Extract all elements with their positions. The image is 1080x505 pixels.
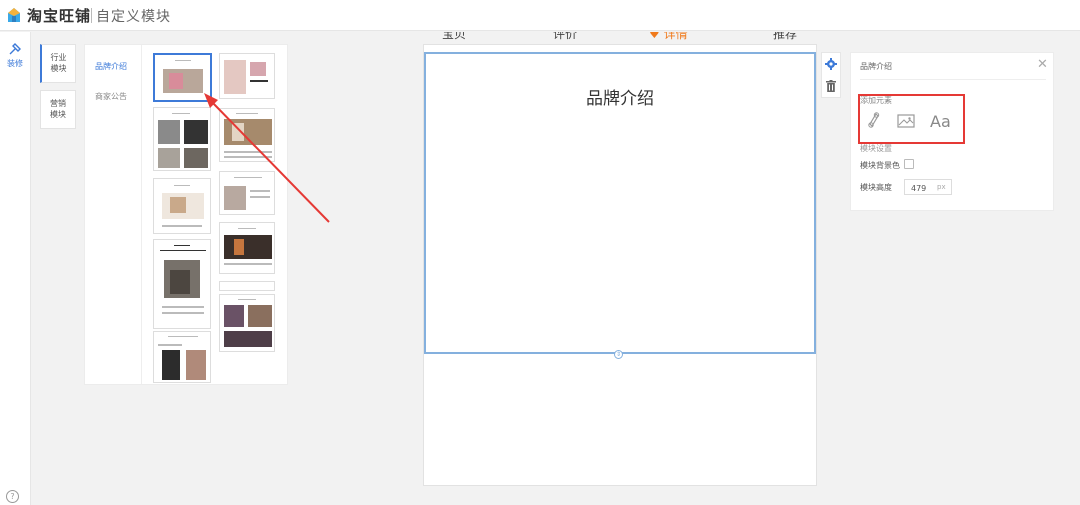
template-thumbnail[interactable]	[153, 53, 212, 102]
page-title: 自定义模块	[96, 9, 171, 25]
template-thumbnail[interactable]	[153, 331, 211, 383]
category-industry-module[interactable]: 行业 模块	[40, 44, 76, 83]
template-thumbnail[interactable]	[219, 281, 275, 291]
settings-tool[interactable]	[822, 55, 840, 75]
brand-intro-module[interactable]: 品牌介绍	[424, 52, 816, 354]
rail-decorate[interactable]: 装修	[0, 42, 30, 69]
store-nav-bar: 宝贝 评价 ♥ 详情 推荐	[423, 32, 817, 44]
top-header: 淘宝旺铺 自定义模块	[0, 0, 1080, 31]
nav-item-products[interactable]: 宝贝	[442, 32, 466, 42]
module-picker-panel: 品牌介绍 商家公告	[84, 44, 288, 385]
highlight-box	[858, 94, 965, 144]
nav-item-recommend[interactable]: 推荐	[773, 32, 797, 42]
module-tools	[821, 52, 841, 98]
template-thumbnail[interactable]	[153, 107, 211, 171]
rail-decorate-label: 装修	[7, 59, 23, 68]
bg-color-label: 模块背景色	[860, 161, 900, 170]
category-marketing-module[interactable]: 营销 模块	[40, 90, 76, 129]
template-thumbnail[interactable]	[153, 178, 211, 234]
nav-item-reviews[interactable]: 评价	[553, 32, 577, 42]
left-rail: 装修 ?	[0, 32, 31, 505]
sub-category-brand-intro[interactable]: 品牌介绍	[95, 61, 127, 72]
template-thumbnail[interactable]	[153, 239, 211, 329]
template-thumbnail[interactable]	[219, 171, 275, 215]
bg-color-checkbox[interactable]	[904, 159, 914, 169]
template-thumbnail[interactable]	[219, 222, 275, 274]
brand-name: 淘宝旺铺	[27, 7, 92, 25]
sub-category-notice[interactable]: 商家公告	[95, 91, 127, 102]
gear-icon	[825, 58, 837, 70]
header-divider	[91, 8, 92, 23]
height-unit: px	[937, 183, 946, 191]
category-label: 行业 模块	[50, 53, 67, 73]
close-icon[interactable]: ✕	[1037, 57, 1048, 72]
resize-handle[interactable]: ⇕	[614, 350, 623, 359]
sub-category-list: 品牌介绍 商家公告	[85, 45, 142, 384]
category-label: 营销 模块	[50, 99, 66, 119]
nav-item-details-label: 详情	[663, 32, 688, 41]
delete-tool[interactable]	[822, 77, 840, 97]
heart-icon: ♥	[649, 32, 660, 41]
template-thumbnail[interactable]	[219, 108, 275, 162]
settings-divider	[860, 79, 1046, 80]
store-logo-icon	[8, 8, 20, 22]
nav-item-details[interactable]: ♥ 详情	[649, 32, 688, 42]
module-title: 品牌介绍	[586, 89, 654, 109]
decorate-icon	[9, 43, 21, 55]
template-thumbnail[interactable]	[219, 294, 275, 352]
settings-title: 品牌介绍	[860, 62, 892, 71]
template-thumbnail[interactable]	[219, 53, 275, 99]
module-height-label: 模块高度	[860, 183, 892, 192]
module-settings-label: 模块设置	[860, 144, 892, 153]
help-icon[interactable]: ?	[6, 490, 19, 503]
trash-icon	[826, 80, 836, 92]
